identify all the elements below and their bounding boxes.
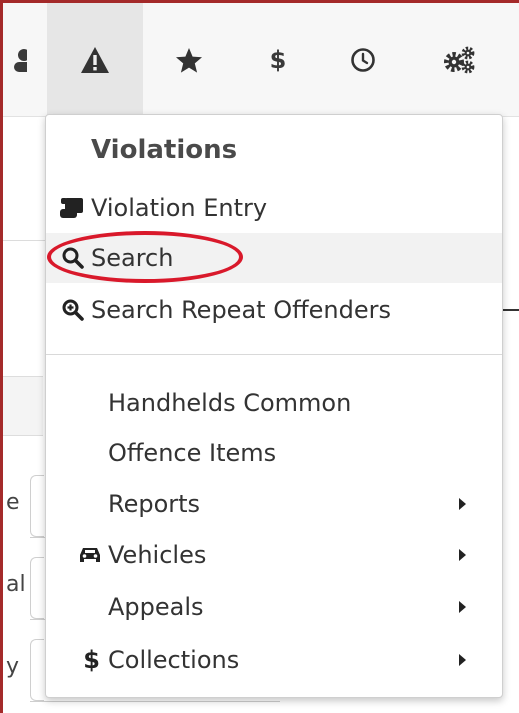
background-label: e	[6, 490, 20, 515]
menu-item-offence-items[interactable]: Offence Items	[46, 428, 502, 478]
menu-item-handhelds-common[interactable]: Handhelds Common	[46, 378, 502, 428]
menu-item-label: Search	[91, 244, 174, 272]
background-input-edge	[30, 701, 280, 702]
search-plus-icon	[46, 298, 91, 322]
menu-item-label: Violation Entry	[91, 194, 268, 222]
menu-header: Violations	[91, 135, 238, 165]
gears-icon[interactable]	[405, 3, 515, 117]
menu-item-label: Vehicles	[108, 541, 207, 569]
menu-item-search[interactable]: Search	[46, 233, 502, 283]
menu-divider	[46, 354, 502, 355]
star-icon[interactable]	[143, 3, 235, 117]
menu-item-label: Handhelds Common	[108, 389, 352, 417]
warning-icon[interactable]	[47, 3, 143, 117]
caret-right-icon	[459, 549, 466, 561]
background-label: y	[6, 654, 20, 679]
menu-item-appeals[interactable]: Appeals	[46, 582, 502, 632]
car-icon	[46, 545, 108, 565]
dollar-icon[interactable]: $	[235, 3, 321, 117]
caret-right-icon	[459, 654, 466, 666]
caret-right-icon	[459, 601, 466, 613]
scroll-icon	[46, 197, 91, 219]
background-label: al	[6, 572, 26, 597]
background-input[interactable]	[30, 639, 44, 701]
background-input[interactable]	[30, 475, 44, 537]
menu-item-label: Search Repeat Offenders	[91, 296, 391, 324]
menu-item-collections[interactable]: $ Collections	[46, 635, 502, 685]
menu-item-reports[interactable]: Reports	[46, 479, 502, 529]
menu-item-label: Appeals	[108, 593, 204, 621]
menu-item-label: Offence Items	[108, 439, 277, 467]
menu-item-search-repeat-offenders[interactable]: Search Repeat Offenders	[46, 285, 502, 335]
menu-item-vehicles[interactable]: Vehicles	[46, 530, 502, 580]
dollar-icon: $	[83, 646, 100, 674]
caret-right-icon	[459, 498, 466, 510]
clock-icon[interactable]	[321, 3, 405, 117]
menu-item-violation-entry[interactable]: Violation Entry	[46, 183, 502, 233]
background-panel	[3, 376, 43, 436]
violations-dropdown-menu: Violations Violation Entry Search Search…	[45, 114, 503, 698]
menu-item-label: Reports	[108, 490, 201, 518]
background-input[interactable]	[30, 557, 44, 619]
users-icon[interactable]	[3, 3, 27, 117]
top-toolbar: $	[3, 3, 519, 117]
menu-item-label: Collections	[108, 646, 240, 674]
search-icon	[46, 246, 91, 270]
background-divider	[3, 240, 48, 241]
